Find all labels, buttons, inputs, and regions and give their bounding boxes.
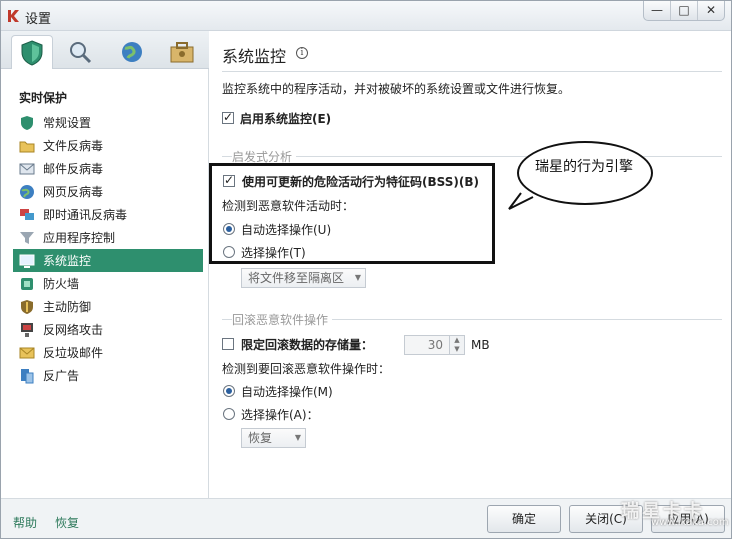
spam-icon [19, 347, 35, 358]
storage-unit: MB [471, 338, 490, 352]
shield-tab-icon [21, 39, 43, 66]
restore-link[interactable]: 恢复 [55, 514, 79, 531]
settings-window: 设置 — □ ✕ 实时保护 常规设置 文件反病毒 邮件反病毒 网页反病毒 即时通… [0, 0, 732, 539]
enable-monitor-checkbox[interactable] [222, 110, 234, 124]
rollback-select-radio[interactable] [223, 408, 235, 420]
sidebar-item-label: 应用程序控制 [43, 231, 116, 245]
sidebar-item-label: 邮件反病毒 [43, 162, 104, 176]
sidebar-nav: 常规设置 文件反病毒 邮件反病毒 网页反病毒 即时通讯反病毒 应用程序控制 系统… [13, 111, 203, 387]
rollback-action-select[interactable]: 恢复 ▼ [241, 428, 306, 448]
sidebar-item-proactive-defense[interactable]: 主动防御 [13, 295, 203, 318]
description-text: 监控系统中的程序活动，并对被破坏的系统设置或文件进行恢复。 [222, 82, 571, 96]
filter-icon [20, 231, 34, 244]
sidebar-item-label: 常规设置 [43, 116, 92, 130]
heuristic-divider [222, 156, 722, 157]
sidebar-item-app-control[interactable]: 应用程序控制 [13, 226, 203, 249]
enable-monitor-label: 启用系统监控(E) [240, 112, 332, 126]
title-bar: 设置 — □ ✕ [1, 1, 731, 31]
sidebar-item-anti-banner[interactable]: 反广告 [13, 364, 203, 387]
rollback-detect-label: 检测到要回滚恶意软件操作时： [222, 362, 391, 376]
sidebar-item-label: 反网络攻击 [43, 323, 104, 337]
toolbox-icon [170, 42, 194, 63]
magnifier-icon [70, 42, 92, 64]
sidebar-item-label: 主动防御 [43, 300, 92, 314]
watermark: 瑞星卡卡 www.ikaka.com [607, 497, 729, 533]
limit-storage-label: 限定回滚数据的存储量： [241, 338, 374, 352]
sidebar-item-mail-av[interactable]: 邮件反病毒 [13, 157, 203, 180]
section-title: 实时保护 [19, 91, 68, 105]
page-title: 系统监控 [222, 47, 287, 66]
watermark-url: www.ikaka.com [651, 517, 729, 528]
main-panel: 系统监控 i 监控系统中的程序活动，并对被破坏的系统设置或文件进行恢复。 启用系… [210, 31, 731, 498]
sidebar-item-file-av[interactable]: 文件反病毒 [13, 134, 203, 157]
kaspersky-logo-icon [8, 10, 19, 22]
help-link[interactable]: 帮助 [13, 514, 37, 531]
sidebar: 实时保护 常规设置 文件反病毒 邮件反病毒 网页反病毒 即时通讯反病毒 应用程序… [1, 31, 209, 498]
category-tabs [1, 31, 209, 69]
tab-protection[interactable] [11, 35, 53, 69]
title-divider [222, 71, 722, 72]
window-title: 设置 [25, 12, 52, 27]
storage-spinner[interactable]: ▲ ▼ [449, 335, 465, 355]
defense-icon [21, 299, 33, 314]
tab-scan[interactable] [59, 35, 101, 69]
rollback-action-value: 恢复 [248, 431, 273, 445]
rollback-select-label: 选择操作(A)： [241, 408, 319, 422]
sidebar-item-label: 系统监控 [43, 254, 92, 268]
sidebar-item-web-av[interactable]: 网页反病毒 [13, 180, 203, 203]
globe-tab-icon [122, 42, 142, 62]
window-controls: — □ ✕ [643, 1, 725, 21]
storage-limit-input[interactable]: 30 [404, 335, 450, 355]
rollback-auto-radio[interactable] [223, 385, 235, 397]
sidebar-item-label: 防火墙 [43, 277, 80, 291]
network-icon [21, 322, 33, 337]
speech-bubble-tail [508, 192, 534, 210]
sidebar-item-system-monitor[interactable]: 系统监控 [13, 249, 203, 272]
speech-bubble-text: 瑞星的行为引擎 [535, 159, 633, 175]
annotation-highlight-box [209, 163, 495, 264]
rollback-group-label: 回滚恶意软件操作 [232, 311, 333, 328]
maximize-button[interactable]: □ [670, 1, 697, 20]
sidebar-item-label: 反垃圾邮件 [43, 346, 104, 360]
limit-storage-checkbox[interactable] [222, 338, 234, 350]
minimize-button[interactable]: — [644, 1, 670, 20]
firewall-icon [21, 277, 33, 290]
mail-icon [19, 163, 35, 174]
tab-update[interactable] [111, 35, 153, 69]
action-select[interactable]: 将文件移至隔离区 ▼ [241, 268, 366, 288]
sidebar-item-label: 文件反病毒 [43, 139, 104, 153]
monitor-icon [19, 254, 35, 268]
sidebar-item-label: 即时通讯反病毒 [43, 208, 128, 222]
ok-button[interactable]: 确定 [487, 505, 561, 533]
close-window-button[interactable]: ✕ [697, 1, 724, 20]
sidebar-item-label: 网页反病毒 [43, 185, 104, 199]
shield-icon [21, 115, 33, 130]
chevron-down-icon: ▼ [294, 433, 301, 442]
folder-icon [19, 141, 35, 152]
globe-icon [20, 184, 34, 199]
sidebar-item-im-av[interactable]: 即时通讯反病毒 [13, 203, 203, 226]
action-select-value: 将文件移至隔离区 [248, 271, 345, 285]
sidebar-item-label: 反广告 [43, 369, 80, 383]
sidebar-item-network-attack[interactable]: 反网络攻击 [13, 318, 203, 341]
rollback-auto-label: 自动选择操作(M) [241, 385, 333, 399]
ad-icon [21, 368, 34, 383]
sidebar-item-firewall[interactable]: 防火墙 [13, 272, 203, 295]
chat-icon [20, 208, 34, 220]
info-icon[interactable]: i [296, 47, 308, 59]
tab-tools[interactable] [161, 35, 203, 69]
sidebar-item-general[interactable]: 常规设置 [13, 111, 203, 134]
chevron-down-icon: ▼ [354, 273, 361, 282]
sidebar-item-anti-spam[interactable]: 反垃圾邮件 [13, 341, 203, 364]
